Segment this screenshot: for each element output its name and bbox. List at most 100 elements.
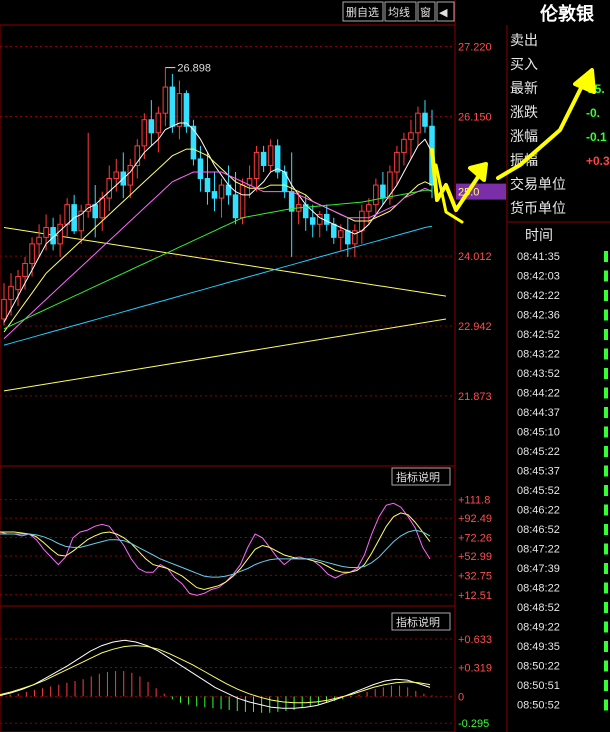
- tick-price-stub: [604, 660, 608, 672]
- indicator-help-label-2: 指标说明: [396, 615, 440, 629]
- tick-time: 08:50:51: [517, 680, 560, 692]
- candle-body: [415, 112, 421, 134]
- tick-price-stub: [604, 446, 608, 457]
- oscillator-y-tick-label: +32.75: [458, 570, 492, 582]
- toolbar-label-ma: 均线: [388, 5, 410, 19]
- candle-body: [352, 230, 358, 245]
- candle: [120, 152, 127, 199]
- trend-line: [3, 227, 447, 297]
- tick-time: 08:49:22: [517, 622, 560, 634]
- macd-line: [0, 639, 431, 709]
- tick-price-stub: [604, 582, 608, 594]
- candle: [267, 139, 274, 172]
- oscillator-y-tick-label: +92.49: [458, 513, 492, 525]
- tick-time: 08:45:10: [517, 427, 560, 439]
- toolbar-label-window: 窗: [420, 5, 431, 19]
- high-marker-label: 26.898: [177, 63, 211, 75]
- candle: [50, 217, 56, 251]
- candle-body: [408, 132, 414, 140]
- candle: [155, 106, 162, 153]
- tick-time: 08:42:03: [517, 271, 560, 283]
- tick-time: 08:47:39: [517, 563, 560, 575]
- candle: [281, 165, 288, 199]
- tick-price-stub: [604, 485, 608, 496]
- candle: [15, 270, 21, 306]
- candle-body: [8, 285, 14, 300]
- tick-price-stub: [604, 563, 608, 574]
- tick-time: 08:43:52: [517, 368, 560, 380]
- candle-body: [253, 151, 260, 180]
- moving-average-line: [3, 225, 433, 346]
- candle-body: [394, 151, 400, 173]
- quote-label: 卖出: [510, 33, 538, 49]
- candle-body: [267, 145, 274, 166]
- candle-body: [64, 204, 70, 225]
- candle: [415, 106, 421, 146]
- candle-body: [373, 184, 379, 206]
- candle: [176, 80, 183, 140]
- tick-time: 08:42:52: [517, 329, 560, 341]
- main-panel-frame: [0, 24, 456, 467]
- macd-y-tick-label: +0.633: [458, 634, 492, 646]
- candle-body: [92, 204, 98, 219]
- candle: [71, 194, 77, 235]
- drawn-arrow-2-head: [573, 68, 596, 94]
- tick-price-stub: [604, 270, 608, 282]
- candle: [218, 178, 225, 218]
- candle-body: [113, 171, 120, 180]
- tick-time: 08:48:52: [517, 602, 560, 614]
- tick-price-stub: [604, 680, 608, 691]
- quote-label: 货币单位: [510, 200, 566, 217]
- tick-time: 08:45:52: [517, 485, 560, 497]
- candle: [36, 224, 42, 257]
- candle-body: [99, 197, 106, 219]
- candle-body: [401, 138, 407, 153]
- candle: [148, 100, 155, 146]
- candle-body: [232, 194, 239, 219]
- macd-lines: [0, 639, 431, 709]
- candle: [359, 204, 365, 244]
- trend-lines: [3, 227, 447, 392]
- candle-body: [169, 86, 176, 127]
- candle: [253, 145, 260, 192]
- oscillator-lines: [0, 502, 431, 596]
- tick-price-stub: [604, 348, 608, 360]
- tick-price-stub: [604, 290, 608, 301]
- candle: [316, 211, 323, 238]
- candle-body: [1, 298, 7, 320]
- candle: [380, 172, 386, 205]
- y-tick-label: 22.942: [458, 321, 492, 333]
- candle: [288, 152, 295, 257]
- candle: [422, 100, 428, 133]
- quote-value-change: -0.: [586, 106, 600, 120]
- candle: [169, 74, 176, 133]
- candle-body: [36, 236, 42, 245]
- tick-price-stub: [604, 329, 608, 340]
- candle-body: [345, 230, 351, 245]
- quote-value-change-pct: -0.1: [586, 130, 607, 144]
- candle: [302, 194, 309, 231]
- tick-price-stub: [604, 524, 608, 535]
- oscillator-panel-frame: [0, 465, 456, 607]
- tick-price-stub: [604, 426, 608, 438]
- tick-time: 08:47:22: [517, 544, 560, 556]
- candle-body: [197, 158, 204, 180]
- candle-body: [260, 151, 267, 166]
- oscillator-y-tick-label: +111.8: [458, 495, 490, 507]
- candle-body: [148, 119, 155, 134]
- candle: [57, 214, 63, 257]
- moving-average-line: [3, 171, 433, 339]
- y-tick-label: 21.873: [458, 391, 492, 403]
- candle-body: [22, 262, 28, 278]
- macd-y-tick-label: -0.295: [458, 718, 489, 730]
- time-header: 时间: [525, 228, 553, 244]
- candle: [134, 139, 141, 179]
- candle: [106, 165, 113, 212]
- tick-time: 08:43:22: [517, 349, 560, 361]
- candle-body: [422, 112, 428, 127]
- candle: [352, 224, 358, 257]
- oscillator-y-tick-label: +12.51: [458, 590, 492, 602]
- y-tick-label: 24.012: [458, 251, 492, 263]
- tick-time: 08:45:37: [517, 466, 560, 478]
- candle: [345, 217, 351, 257]
